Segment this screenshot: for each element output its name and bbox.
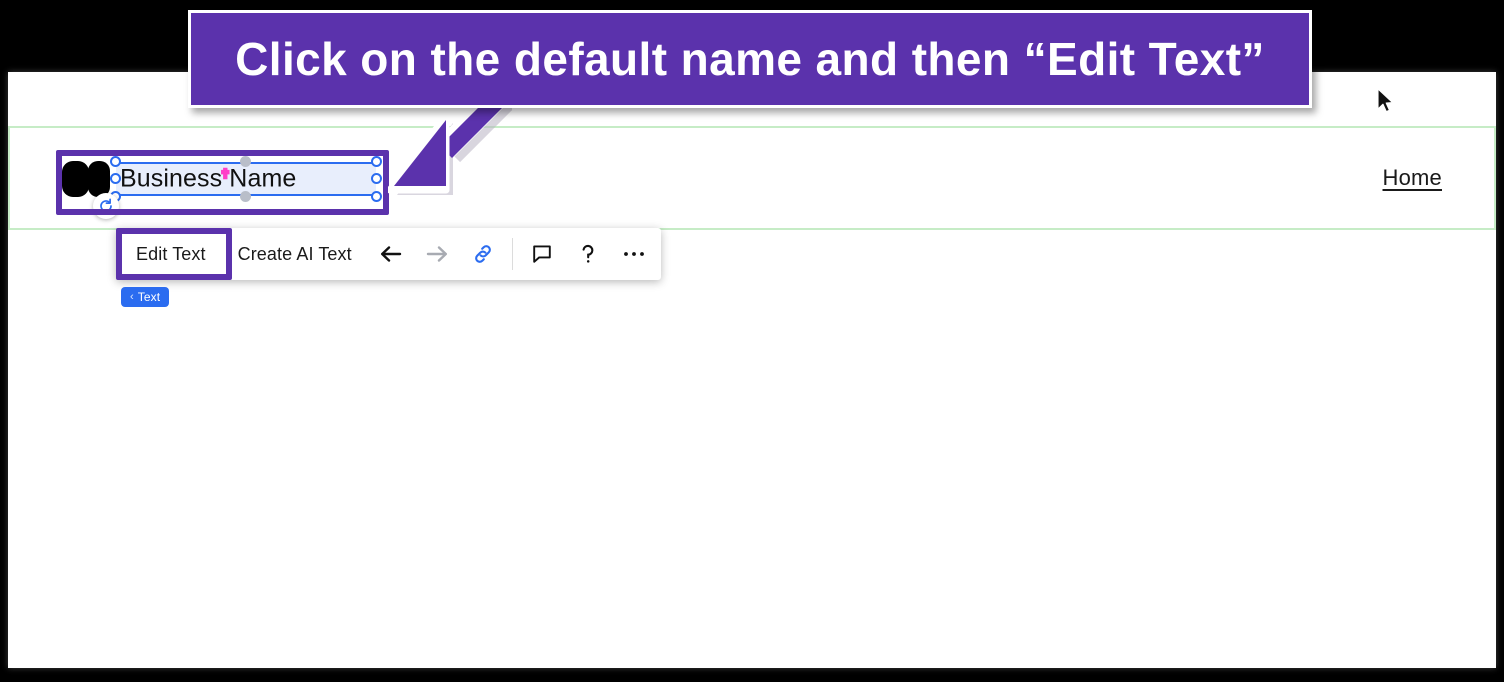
instruction-banner-text: Click on the default name and then “Edit… [235,33,1265,85]
instruction-banner: Click on the default name and then “Edit… [188,10,1312,108]
annotation-highlight-element [56,150,389,215]
comment-icon [533,245,551,263]
arrow-right-icon [426,246,447,262]
ellipsis-icon [623,252,644,256]
chevron-left-icon: ‹ [130,291,134,303]
question-mark-icon [582,244,594,263]
element-type-label: Text [137,290,161,304]
element-context-toolbar[interactable]: Edit Text Create AI Text [116,228,661,280]
more-options-button[interactable] [611,228,657,280]
create-ai-text-button[interactable]: Create AI Text [222,228,368,280]
nav-link-home[interactable]: Home [1383,165,1443,191]
comment-button[interactable] [519,228,565,280]
help-button[interactable] [565,228,611,280]
back-button[interactable] [368,228,414,280]
forward-button[interactable] [414,228,460,280]
element-type-breadcrumb[interactable]: ‹ Text [121,287,170,307]
edit-text-button[interactable]: Edit Text [120,228,222,280]
link-button[interactable] [460,228,506,280]
link-icon [474,245,491,263]
arrow-left-icon [380,246,401,262]
toolbar-divider [511,238,513,270]
